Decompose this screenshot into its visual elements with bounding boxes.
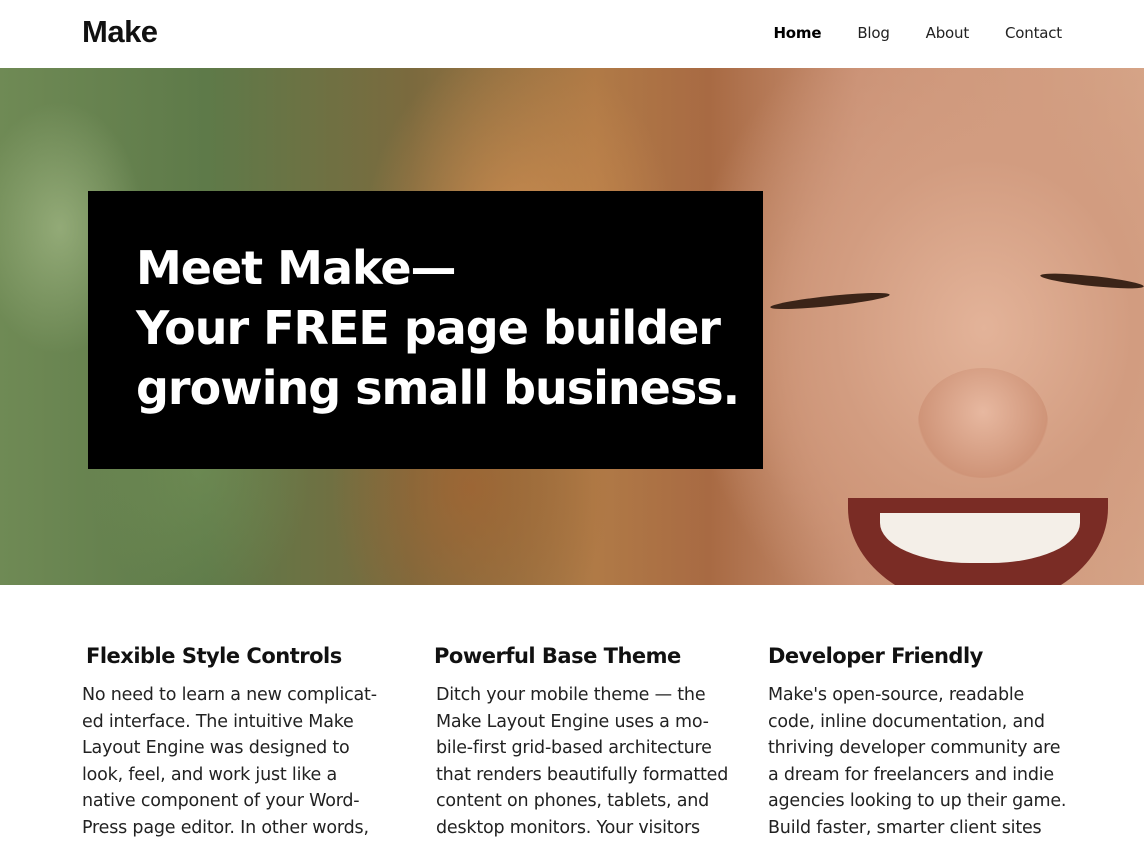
feature-title: Developer Friendly bbox=[768, 644, 983, 668]
feature-title: Powerful Base Theme bbox=[434, 644, 681, 668]
nav-link-home[interactable]: Home bbox=[773, 24, 821, 42]
nav-link-blog[interactable]: Blog bbox=[857, 24, 890, 42]
site-header: Make Home Blog About Contact bbox=[0, 0, 1144, 68]
hero-title: Meet Make— Your FREE page builder growin… bbox=[136, 238, 756, 418]
main-nav: Home Blog About Contact bbox=[737, 24, 1062, 42]
hero-banner: Meet Make— Your FREE page builder growin… bbox=[0, 68, 1144, 585]
feature-title: Flexible Style Controls bbox=[86, 644, 342, 668]
hero-title-line-3: growing small business. bbox=[136, 361, 740, 415]
hero-photo-nose bbox=[918, 368, 1048, 478]
site-logo[interactable]: Make bbox=[82, 14, 158, 50]
nav-link-about[interactable]: About bbox=[926, 24, 970, 42]
feature-body: Ditch your mobile theme — the Make Layou… bbox=[436, 685, 729, 838]
feature-body: Make's open-source, readable code, inlin… bbox=[768, 685, 1067, 838]
hero-title-line-1: Meet Make— bbox=[136, 241, 457, 295]
feature-powerful-base-theme: Powerful Base Theme Ditch your mobile th… bbox=[434, 640, 734, 842]
hero-title-line-2: Your FREE page builder bbox=[136, 301, 721, 355]
feature-developer-friendly: Developer Friendly Make's open-source, r… bbox=[768, 640, 1068, 842]
feature-body: No need to learn a new complicat- ed int… bbox=[82, 685, 377, 838]
nav-link-contact[interactable]: Contact bbox=[1005, 24, 1062, 42]
feature-flexible-style-controls: Flexible Style Controls No need to learn… bbox=[82, 640, 386, 842]
